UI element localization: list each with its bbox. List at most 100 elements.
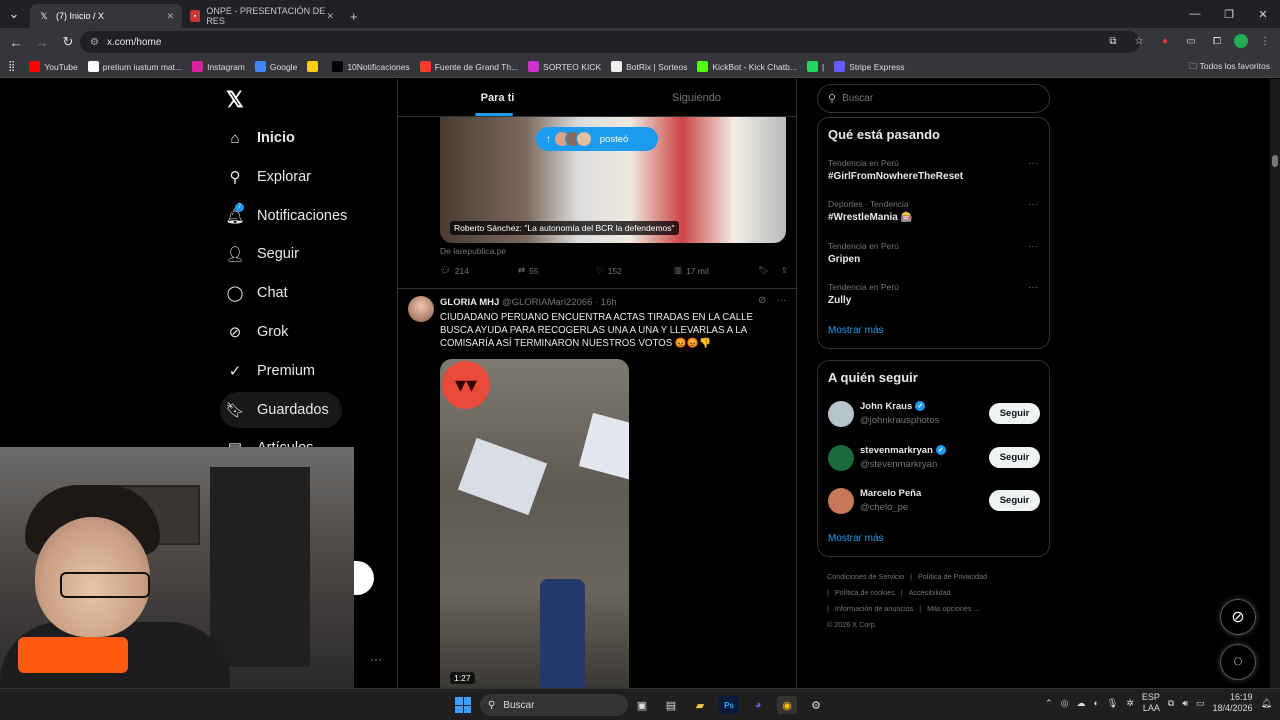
post-time[interactable]: · 16h xyxy=(595,297,617,308)
apps-icon[interactable]: ⣿ xyxy=(8,61,15,72)
more-options-icon[interactable]: ··· xyxy=(1028,282,1038,293)
new-tab-button[interactable]: + xyxy=(342,4,362,28)
puzzle-icon[interactable]: ⧠ xyxy=(1208,32,1226,50)
footer-link[interactable]: © 2026 X Corp. xyxy=(827,620,877,629)
minimize-icon[interactable]: — xyxy=(1178,0,1212,28)
close-tab-icon[interactable]: ✕ xyxy=(326,11,334,22)
grok-icon[interactable]: ⊘ xyxy=(758,295,766,306)
mic-icon[interactable]: 🎙︎ xyxy=(1107,698,1118,709)
sidebar-item-grok[interactable]: ⊘ Grok xyxy=(220,314,289,350)
tab-search-icon[interactable]: ⌄ xyxy=(2,2,26,26)
footer-link[interactable]: Política de cookies xyxy=(835,588,895,597)
discord-icon[interactable]: ◕ xyxy=(748,696,768,714)
sidebar-item-premium[interactable]: ✓ Premium xyxy=(220,353,315,389)
taskbar-search[interactable]: ⚲ Buscar xyxy=(480,694,628,716)
tray-app-icon[interactable]: ◐ xyxy=(1093,698,1098,708)
more-options-icon[interactable]: ··· xyxy=(776,295,786,306)
notifications-icon[interactable]: 🔔︎ xyxy=(1261,698,1272,709)
footer-link[interactable]: Accesibilidad xyxy=(909,588,951,597)
chat-icon[interactable]: ◌ xyxy=(1220,644,1256,680)
show-more-follow[interactable]: Mostrar más xyxy=(828,533,884,544)
site-info-icon[interactable]: ⚙ xyxy=(90,37,99,48)
extension-icon[interactable]: ▭ xyxy=(1182,32,1200,50)
settings-icon[interactable]: ✲ xyxy=(1126,698,1134,709)
bookmark-item[interactable]: YouTube xyxy=(29,61,78,72)
bookmark-item[interactable]: 10Notificaciones xyxy=(332,61,410,72)
avatar[interactable] xyxy=(408,296,434,322)
author-handle[interactable]: @GLORIAMari22066 xyxy=(502,297,592,308)
language-indicator[interactable]: ESP LAA xyxy=(1142,692,1160,714)
forward-icon[interactable]: → xyxy=(30,30,54,54)
trend-item[interactable]: Tendencia en Perú Zully ··· xyxy=(828,282,1038,306)
follow-suggestion[interactable]: Marcelo Peña @chelo_pe Seguir xyxy=(828,486,1040,518)
all-bookmarks[interactable]: 🗀 Todos los favoritos xyxy=(1189,61,1270,75)
more-options-icon[interactable]: ··· xyxy=(1028,199,1038,210)
bookmark-item[interactable] xyxy=(307,61,322,72)
footer-link[interactable]: Información de anuncios xyxy=(835,604,913,613)
folder-icon[interactable]: ▰ xyxy=(690,696,710,714)
browser-tab-x[interactable]: 𝕏 (7) Inicio / X ✕ xyxy=(30,4,182,28)
like-button[interactable]: ♡ 152 xyxy=(596,265,674,276)
battery-icon[interactable]: ▭ xyxy=(1196,698,1205,709)
link-source[interactable]: De larepublica.pe xyxy=(440,246,506,256)
avatar[interactable] xyxy=(828,488,854,514)
sidebar-item-chat[interactable]: ◯ Chat xyxy=(220,275,288,311)
bookmark-item[interactable]: Fuente de Grand Th... xyxy=(419,61,518,72)
star-icon[interactable]: ☆ xyxy=(1130,32,1148,50)
bookmark-item[interactable]: pretium iustum mat... xyxy=(87,61,182,72)
more-options-icon[interactable]: ··· xyxy=(1028,241,1038,252)
chevron-up-icon[interactable]: ⌃ xyxy=(1045,698,1053,709)
grok-icon[interactable]: ⊘ xyxy=(1220,599,1256,635)
profile-avatar[interactable] xyxy=(1234,34,1248,48)
sidebar-item-guardados[interactable]: 🔖︎ Guardados xyxy=(220,391,342,428)
cloud-icon[interactable]: ☁ xyxy=(1076,698,1085,709)
address-bar[interactable]: ⚙ x.com/home xyxy=(80,31,1140,53)
back-icon[interactable]: ← xyxy=(4,30,28,54)
more-options-icon[interactable]: ··· xyxy=(1028,158,1038,169)
bookmark-icon[interactable]: 🔖︎ xyxy=(758,265,769,276)
chrome-icon[interactable]: ◉ xyxy=(777,696,797,714)
clock[interactable]: 16:19 18/4/2026 xyxy=(1213,692,1253,714)
photoshop-icon[interactable]: Ps xyxy=(719,696,739,714)
task-view-icon[interactable]: ▣ xyxy=(632,696,652,714)
menu-icon[interactable]: ⋮ xyxy=(1256,32,1274,50)
windows-start-icon[interactable] xyxy=(455,697,471,713)
tab-siguiendo[interactable]: Siguiendo xyxy=(597,79,796,116)
app-icon[interactable]: ⚙ xyxy=(806,696,826,714)
new-posts-pill[interactable]: ↑ posteó xyxy=(536,127,658,151)
follow-suggestion[interactable]: John Kraus ✓ @johnkrausphotos Seguir xyxy=(828,399,1040,431)
avatar[interactable] xyxy=(828,401,854,427)
scrollbar-thumb[interactable] xyxy=(1272,155,1278,167)
footer-link[interactable]: Política de Privacidad xyxy=(918,572,987,581)
account-menu-icon[interactable]: ··· xyxy=(370,652,382,666)
footer-link[interactable]: Condiciones de Servicio xyxy=(827,572,904,581)
reload-icon[interactable]: ↻ xyxy=(56,30,80,54)
repost-button[interactable]: ⇄ 55 xyxy=(518,265,596,276)
bookmark-item[interactable]: | xyxy=(806,61,824,72)
sidebar-item-notificaciones[interactable]: 🔔︎ 7 Notificaciones xyxy=(220,198,347,234)
follow-button[interactable]: Seguir xyxy=(989,403,1040,424)
scrollbar[interactable] xyxy=(1270,79,1280,688)
follow-button[interactable]: Seguir xyxy=(989,446,1040,468)
sidebar-item-inicio[interactable]: ⌂ Inicio xyxy=(220,120,294,156)
restore-icon[interactable]: ❐ xyxy=(1212,0,1246,28)
network-icon[interactable]: ⧉ xyxy=(1168,698,1174,709)
search-input[interactable]: ⚲ Buscar xyxy=(817,84,1050,113)
bookmark-item[interactable]: Stripe Express xyxy=(834,61,904,72)
close-window-icon[interactable]: ✕ xyxy=(1246,0,1280,28)
sidebar-item-seguir[interactable]: 👤︎ Seguir xyxy=(220,236,298,272)
trend-item[interactable]: Tendencia en Perú #GirlFromNowhereTheRese… xyxy=(828,158,1038,182)
bookmark-item[interactable]: BotRix | Sorteos xyxy=(611,61,687,72)
reply-button[interactable]: 💬︎ 214 xyxy=(440,265,518,276)
tray-app-icon[interactable]: ◎ xyxy=(1061,698,1069,709)
x-logo-icon[interactable]: 𝕏 xyxy=(226,87,248,112)
show-more-trends[interactable]: Mostrar más xyxy=(828,325,884,336)
follow-button[interactable]: Seguir xyxy=(989,490,1040,511)
avatar[interactable] xyxy=(828,444,854,471)
footer-link[interactable]: Más opciones ... xyxy=(927,604,979,613)
bookmark-item[interactable]: Instagram xyxy=(192,61,245,72)
share-icon[interactable]: ⇪ xyxy=(781,265,788,276)
bookmark-item[interactable]: Google xyxy=(254,61,297,72)
bookmark-item[interactable]: KickBot - Kick Chatb... xyxy=(697,61,797,72)
trend-item[interactable]: Tendencia en Perú Gripen ··· xyxy=(828,241,1038,265)
